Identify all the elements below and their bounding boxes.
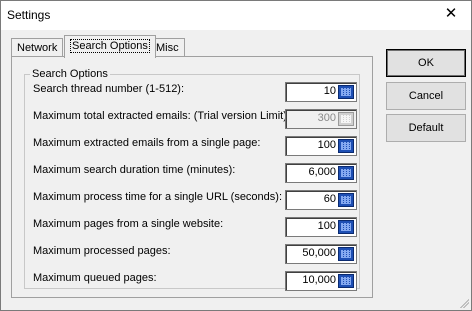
group-caption: Search Options: [30, 68, 110, 80]
row-label-emails-per-page: Maximum extracted emails from a single p…: [33, 137, 261, 149]
window-title: Settings: [7, 8, 51, 22]
row-label-search-duration: Maximum search duration time (minutes):: [33, 164, 236, 176]
close-icon[interactable]: ✕: [441, 4, 461, 22]
total-emails-spinner: 300: [285, 109, 357, 129]
row-label-processed-pages: Maximum processed pages:: [33, 245, 171, 257]
grid-spin-icon[interactable]: [338, 166, 354, 180]
process-time-spinner[interactable]: 60: [285, 190, 357, 210]
spin-value: 10,000: [302, 274, 336, 286]
spin-value: 10: [323, 85, 336, 97]
grid-spin-icon[interactable]: [338, 247, 354, 261]
tab-search-options-label: Search Options: [70, 39, 150, 53]
spin-value: 50,000: [302, 247, 336, 259]
grid-spin-icon[interactable]: [338, 139, 354, 153]
thread-number-spinner[interactable]: 10: [285, 82, 357, 102]
spin-value: 6,000: [308, 166, 336, 178]
queued-pages-spinner[interactable]: 10,000: [285, 271, 357, 291]
grid-spin-icon[interactable]: [338, 193, 354, 207]
grid-spin-icon[interactable]: [338, 85, 354, 99]
pages-per-site-spinner[interactable]: 100: [285, 217, 357, 237]
row-label-process-time: Maximum process time for a single URL (s…: [33, 191, 283, 203]
title-bar: Settings ✕: [1, 1, 471, 30]
resize-grip[interactable]: [459, 298, 469, 308]
tab-misc-label: Misc: [156, 42, 179, 54]
processed-pages-spinner[interactable]: 50,000: [285, 244, 357, 264]
tab-search-options[interactable]: Search Options: [64, 35, 156, 58]
search-duration-spinner[interactable]: 6,000: [285, 163, 357, 183]
ok-button[interactable]: OK: [386, 49, 466, 77]
row-label-pages-per-site: Maximum pages from a single website:: [33, 218, 224, 230]
grid-spin-icon[interactable]: [338, 220, 354, 234]
settings-window: Settings ✕ Network Search Options Misc S…: [0, 0, 472, 311]
spin-value: 100: [317, 220, 336, 232]
row-label-total-emails: Maximum total extracted emails: (Trial v…: [33, 110, 287, 122]
tab-network[interactable]: Network: [11, 38, 64, 57]
emails-per-page-spinner[interactable]: 100: [285, 136, 357, 156]
tab-panel: Search Options Search thread number (1-5…: [11, 56, 373, 298]
spin-value: 100: [317, 139, 336, 151]
row-label-thread-number: Search thread number (1-512):: [33, 83, 185, 95]
spin-value: 300: [317, 112, 336, 124]
default-button[interactable]: Default: [386, 114, 466, 142]
spin-value: 60: [323, 193, 336, 205]
grid-spin-icon: [338, 112, 354, 126]
cancel-button[interactable]: Cancel: [386, 82, 466, 110]
tab-network-label: Network: [17, 42, 58, 54]
grid-spin-icon[interactable]: [338, 274, 354, 288]
row-label-queued-pages: Maximum queued pages:: [33, 272, 157, 284]
search-options-group: Search Options Search thread number (1-5…: [24, 68, 360, 291]
